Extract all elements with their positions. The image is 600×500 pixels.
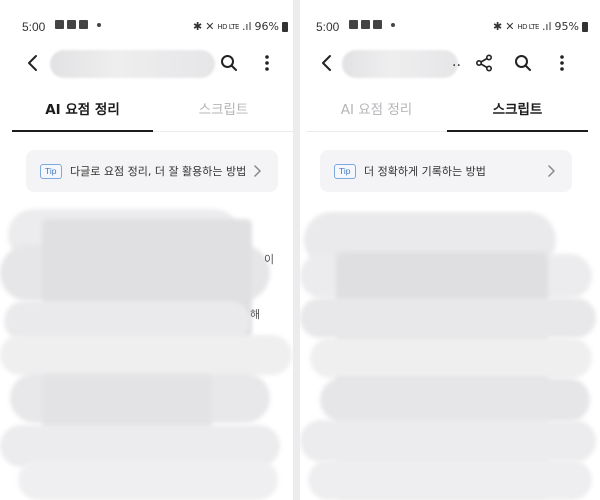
tab-ai-summary[interactable]: AI 요점 정리 [306, 96, 447, 132]
app-notification-icon [79, 20, 88, 29]
left-screen: 5:00 ✱ ✕ HD LTE .ıl 96% AI 요점 정리 스크립트 Ti… [0, 0, 300, 500]
back-button[interactable] [20, 50, 46, 76]
cloud-notification-icon [67, 20, 76, 29]
tab-label: 스크립트 [198, 102, 249, 118]
cloud-notification-icon [361, 20, 370, 29]
notification-icons [55, 20, 101, 29]
redacted-summary-content [0, 205, 300, 500]
right-screen: 5:00 ✱ ✕ HD LTE .ıl 95% .. AI 요점 정리 스크립트… [300, 0, 600, 500]
visible-text-fragment: 해 [250, 308, 261, 321]
tip-text: 다글로 요점 정리, 더 잘 활용하는 방법 [70, 165, 247, 178]
chevron-left-icon [322, 55, 331, 71]
chevron-right-icon [547, 165, 555, 177]
more-notifications-dot [97, 22, 101, 27]
tab-bar: AI 요점 정리 스크립트 [306, 96, 588, 132]
title-ellipsis: .. [452, 54, 461, 70]
status-bar: 5:00 ✱ ✕ HD LTE .ıl 95% [300, 16, 600, 40]
active-tab-indicator [447, 130, 588, 132]
tip-badge: Tip [40, 164, 62, 179]
network-type: HD LTE [517, 22, 539, 31]
active-tab-indicator [12, 130, 153, 132]
notification-icons [349, 20, 395, 29]
search-button[interactable] [216, 50, 242, 76]
tip-banner[interactable]: Tip 다글로 요점 정리, 더 잘 활용하는 방법 [26, 150, 278, 192]
more-options-button[interactable] [549, 50, 575, 76]
bluetooth-icon: ✱ [492, 20, 503, 33]
redacted-title [342, 50, 458, 78]
more-options-button[interactable] [254, 50, 280, 76]
status-right: ✱ ✕ HD LTE .ıl 96% [193, 20, 288, 33]
mute-icon: ✕ [505, 20, 515, 33]
more-vertical-icon [265, 55, 269, 71]
app-bar [0, 48, 300, 78]
battery-icon [282, 21, 288, 32]
tip-chevron [544, 163, 558, 179]
app-bar: .. [300, 48, 600, 78]
chevron-right-icon [253, 165, 261, 177]
app-notification-icon [373, 20, 382, 29]
search-button[interactable] [510, 50, 536, 76]
status-right: ✱ ✕ HD LTE .ıl 95% [493, 20, 588, 33]
status-bar: 5:00 ✱ ✕ HD LTE .ıl 96% [0, 16, 300, 40]
signal-icon: .ıl [241, 20, 252, 33]
battery-level: 95% [554, 20, 579, 33]
battery-level: 96% [254, 20, 279, 33]
visible-text-fragment: 이 [264, 253, 275, 266]
tip-banner[interactable]: Tip 더 정확하게 기록하는 방법 [320, 150, 572, 192]
tab-label: AI 요점 정리 [45, 102, 120, 118]
bluetooth-icon: ✱ [192, 20, 203, 33]
share-icon [475, 54, 493, 72]
chevron-left-icon [28, 55, 37, 71]
signal-icon: .ıl [541, 20, 552, 33]
tab-script[interactable]: 스크립트 [153, 96, 294, 132]
gallery-notification-icon [349, 20, 358, 29]
search-icon [221, 55, 237, 71]
mute-icon: ✕ [205, 20, 215, 33]
share-button[interactable] [471, 50, 497, 76]
more-vertical-icon [560, 55, 564, 71]
network-type: HD LTE [217, 22, 239, 31]
tip-text: 더 정확하게 기록하는 방법 [364, 165, 486, 178]
tip-chevron [250, 163, 264, 179]
redacted-title [50, 50, 215, 78]
tab-label: AI 요점 정리 [340, 102, 413, 118]
status-time: 5:00 [22, 20, 46, 34]
tab-ai-summary[interactable]: AI 요점 정리 [12, 96, 153, 132]
tab-bar: AI 요점 정리 스크립트 [12, 96, 294, 132]
tip-badge: Tip [334, 164, 356, 179]
tab-label: 스크립트 [492, 102, 543, 118]
search-icon [515, 55, 531, 71]
back-button[interactable] [314, 50, 340, 76]
battery-icon [582, 21, 588, 32]
status-time: 5:00 [316, 20, 340, 34]
gallery-notification-icon [55, 20, 64, 29]
redacted-script-content [300, 210, 600, 500]
tab-script[interactable]: 스크립트 [447, 96, 588, 132]
more-notifications-dot [391, 22, 395, 27]
